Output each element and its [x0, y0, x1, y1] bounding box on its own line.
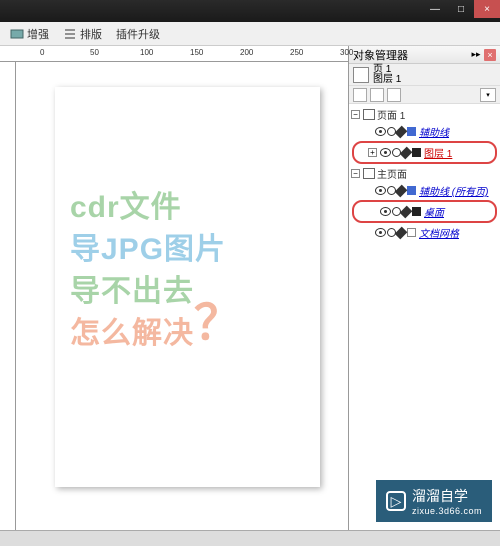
current-page-label: 页 1	[373, 65, 401, 75]
highlight-annotation-1: + 图层 1	[352, 141, 497, 164]
edit-icon[interactable]	[395, 125, 408, 138]
ruler-tick: 100	[140, 48, 153, 57]
tree-page1[interactable]: − 页面 1	[349, 106, 500, 123]
tree-master[interactable]: − 主页面	[349, 165, 500, 182]
layout-icon	[63, 27, 77, 41]
toolbar-enhance-label: 增强	[27, 26, 49, 42]
tree-label: 页面 1	[377, 107, 405, 122]
expand-icon[interactable]: −	[351, 169, 360, 178]
expand-icon[interactable]: +	[368, 148, 377, 157]
layer-color-icon	[407, 127, 416, 136]
tree-guide[interactable]: 辅助线	[349, 123, 500, 140]
horizontal-ruler[interactable]: 0 50 100 150 200 250 300	[0, 46, 348, 62]
ruler-tick: 50	[90, 48, 99, 57]
tree-label: 辅助线	[419, 124, 449, 139]
edit-icon[interactable]	[400, 205, 413, 218]
text-line-3: 导不出去	[70, 271, 194, 313]
tree-desktop[interactable]: 桌面	[354, 203, 495, 220]
toolbar-enhance[interactable]: 增强	[4, 24, 55, 44]
panel-tool-dropdown[interactable]: ▾	[480, 88, 496, 102]
document-page[interactable]: cdr文件 导JPG图片 导不出去 怎么解决 ？	[55, 87, 320, 487]
tree-label: 主页面	[377, 166, 407, 181]
play-icon: ▷	[386, 491, 406, 511]
ruler-tick: 150	[190, 48, 203, 57]
window-titlebar: — □ ×	[0, 0, 500, 22]
main-toolbar: 增强 排版 插件升级	[0, 22, 500, 46]
toolbar-plugin-label: 插件升级	[116, 26, 160, 42]
panel-tool-3[interactable]	[387, 88, 401, 102]
panel-header[interactable]: 对象管理器 ▸▸ ×	[349, 46, 500, 64]
panel-toolbar: ▾	[349, 86, 500, 104]
text-line-1: cdr文件	[70, 187, 305, 229]
enhance-icon	[10, 27, 24, 41]
toolbar-plugin[interactable]: 插件升级	[110, 24, 166, 44]
canvas-area[interactable]: cdr文件 导JPG图片 导不出去 怎么解决 ？	[0, 62, 348, 546]
close-button[interactable]: ×	[474, 0, 500, 18]
watermark-sub: zixue.3d66.com	[412, 506, 482, 516]
status-bar	[0, 530, 500, 546]
tree-docgrid[interactable]: 文档网格	[349, 224, 500, 241]
watermark: ▷ 溜溜自学 zixue.3d66.com	[376, 480, 492, 522]
toolbar-layout[interactable]: 排版	[57, 24, 108, 44]
tree-layer1[interactable]: + 图层 1	[354, 144, 495, 161]
tree-guide-all[interactable]: 辅助线 (所有页)	[349, 182, 500, 199]
tree-label: 桌面	[424, 204, 444, 219]
panel-tool-2[interactable]	[370, 88, 384, 102]
panel-title: 对象管理器	[353, 47, 408, 63]
vertical-ruler[interactable]	[0, 62, 16, 546]
layer-color-icon	[412, 207, 421, 216]
minimize-button[interactable]: —	[422, 0, 448, 18]
ruler-tick: 250	[290, 48, 303, 57]
panel-tool-1[interactable]	[353, 88, 367, 102]
layer-color-icon	[407, 186, 416, 195]
edit-icon[interactable]	[400, 146, 413, 159]
watermark-main: 溜溜自学	[412, 488, 468, 504]
layer-color-icon	[412, 148, 421, 157]
panel-menu-icon[interactable]: ▸▸	[470, 49, 482, 61]
ruler-tick: 0	[40, 48, 44, 57]
question-mark: ？	[194, 283, 242, 353]
visibility-icon[interactable]	[380, 207, 391, 216]
toolbar-layout-label: 排版	[80, 26, 102, 42]
visibility-icon[interactable]	[380, 148, 391, 157]
tree-label: 辅助线 (所有页)	[419, 183, 488, 198]
visibility-icon[interactable]	[375, 228, 386, 237]
edit-icon[interactable]	[395, 184, 408, 197]
object-manager-panel: 对象管理器 ▸▸ × 页 1 图层 1 ▾ −	[348, 46, 500, 546]
layer-color-icon	[407, 228, 416, 237]
maximize-button[interactable]: □	[448, 0, 474, 18]
text-line-2: 导JPG图片	[70, 229, 305, 271]
document-icon	[353, 67, 369, 83]
edit-icon[interactable]	[395, 226, 408, 239]
page-content: cdr文件 导JPG图片 导不出去 怎么解决 ？	[55, 87, 320, 355]
panel-close-icon[interactable]: ×	[484, 49, 496, 61]
highlight-annotation-2: 桌面	[352, 200, 497, 223]
ruler-tick: 300	[340, 48, 353, 57]
ruler-tick: 200	[240, 48, 253, 57]
current-layer-label: 图层 1	[373, 75, 401, 85]
main-area: 0 50 100 150 200 250 300 cdr文件 导JPG图片 导不…	[0, 46, 500, 546]
page-icon	[363, 109, 375, 120]
workspace: 0 50 100 150 200 250 300 cdr文件 导JPG图片 导不…	[0, 46, 348, 546]
expand-icon[interactable]: −	[351, 110, 360, 119]
visibility-icon[interactable]	[375, 186, 386, 195]
panel-subheader: 页 1 图层 1	[349, 64, 500, 86]
tree-label: 图层 1	[424, 145, 452, 160]
text-line-4: 怎么解决	[70, 313, 194, 355]
page-icon	[363, 168, 375, 179]
visibility-icon[interactable]	[375, 127, 386, 136]
tree-label: 文档网格	[419, 225, 459, 240]
